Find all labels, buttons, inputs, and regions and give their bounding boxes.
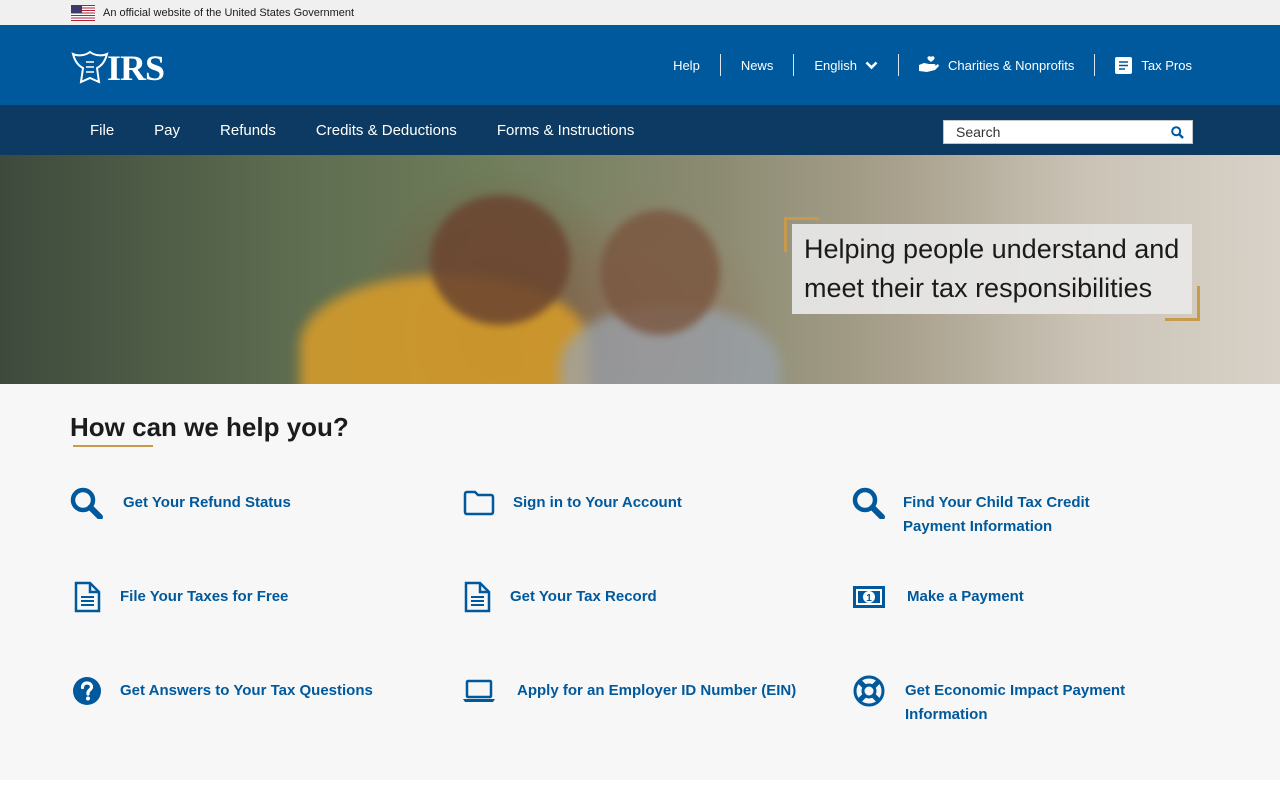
question-icon [70, 675, 104, 707]
help-link-label: Help [673, 57, 700, 73]
child-tax-credit-label: Find Your Child Tax Credit Payment Infor… [903, 494, 1090, 535]
sign-in-account-link[interactable]: Sign in to Your Account [462, 490, 682, 519]
help-section: How can we help you? Get Your Refund Sta… [0, 384, 1280, 780]
folder-icon [462, 487, 496, 519]
file-taxes-free-link[interactable]: File Your Taxes for Free [70, 581, 289, 613]
news-link-label: News [740, 57, 774, 73]
book-icon [1115, 56, 1133, 74]
tax-questions-link[interactable]: Get Answers to Your Tax Questions [70, 677, 373, 707]
us-flag-icon [71, 4, 95, 21]
tax-record-label: Get Your Tax Record [510, 588, 657, 605]
svg-text:1: 1 [866, 593, 872, 604]
utility-nav: Help News English Charities & Nonprofits… [653, 25, 1192, 105]
language-label: English [814, 57, 857, 73]
tax-pros-link[interactable]: Tax Pros [1095, 54, 1192, 76]
help-link[interactable]: Help [653, 54, 720, 76]
hero-corner-accent [1165, 286, 1200, 321]
divider [1094, 54, 1096, 76]
hero-photo-person [430, 195, 570, 325]
hero-text-box: Helping people understand and meet their… [792, 224, 1192, 314]
tax-pros-label: Tax Pros [1141, 57, 1192, 73]
divider [897, 54, 899, 76]
chevron-down-icon [865, 61, 878, 69]
tax-record-link[interactable]: Get Your Tax Record [460, 581, 657, 613]
money-icon: 1 [852, 581, 886, 613]
child-tax-credit-link[interactable]: Find Your Child Tax Credit Payment Infor… [852, 487, 1152, 539]
life-ring-icon [852, 675, 886, 707]
economic-impact-label: Get Economic Impact Payment Information [905, 682, 1126, 723]
apply-ein-label: Apply for an Employer ID Number (EIN) [517, 682, 797, 699]
language-dropdown[interactable]: English [794, 54, 898, 76]
help-title: How can we help you? [70, 412, 349, 442]
footer-edge [0, 780, 1280, 800]
search-input[interactable] [944, 121, 1162, 143]
hero-banner: Helping people understand and meet their… [0, 155, 1280, 384]
title-underline [73, 445, 153, 447]
document-icon [460, 581, 494, 613]
nav-credits-deductions[interactable]: Credits & Deductions [296, 122, 477, 139]
nav-refunds[interactable]: Refunds [200, 122, 296, 139]
logo-text: IRS [107, 48, 165, 88]
laptop-icon [462, 675, 496, 707]
search-icon [1170, 125, 1184, 139]
search-box [943, 120, 1193, 144]
make-payment-link[interactable]: 1 Make a Payment [852, 585, 1024, 613]
file-taxes-free-label: File Your Taxes for Free [120, 588, 289, 605]
news-link[interactable]: News [721, 54, 794, 76]
hand-heart-icon [918, 56, 939, 72]
charities-label: Charities & Nonprofits [947, 57, 1075, 73]
site-header: IRS Help News English Charities & Nonpro… [0, 25, 1280, 105]
document-icon [70, 581, 104, 613]
irs-logo[interactable]: IRS [71, 48, 173, 88]
eagle-icon [71, 50, 109, 84]
tax-questions-label: Get Answers to Your Tax Questions [120, 682, 373, 699]
search-button[interactable] [1162, 121, 1192, 143]
gov-banner-text: An official website of the United States… [103, 6, 355, 19]
main-nav: File Pay Refunds Credits & Deductions Fo… [0, 105, 1280, 155]
nav-forms-instructions[interactable]: Forms & Instructions [477, 122, 655, 139]
refund-status-label: Get Your Refund Status [123, 494, 291, 511]
search-icon [70, 487, 104, 519]
nav-file[interactable]: File [70, 122, 134, 139]
nav-pay[interactable]: Pay [134, 122, 200, 139]
divider [793, 54, 795, 76]
hero-tagline: Helping people understand and meet their… [804, 234, 1180, 303]
apply-ein-link[interactable]: Apply for an Employer ID Number (EIN) [462, 679, 796, 707]
search-icon [852, 487, 886, 519]
make-payment-label: Make a Payment [907, 588, 1024, 605]
refund-status-link[interactable]: Get Your Refund Status [70, 487, 291, 519]
sign-in-account-label: Sign in to Your Account [513, 494, 682, 511]
gov-banner: An official website of the United States… [0, 0, 1280, 25]
divider [719, 54, 721, 76]
charities-link[interactable]: Charities & Nonprofits [899, 54, 1094, 76]
hero-photo-person [600, 210, 720, 335]
economic-impact-link[interactable]: Get Economic Impact Payment Information [852, 675, 1152, 727]
